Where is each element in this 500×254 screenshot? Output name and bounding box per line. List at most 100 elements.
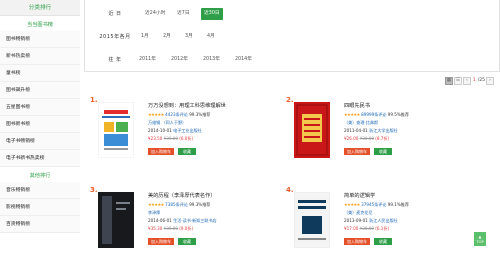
price-line: ¥23.50 ¥39.00 (6.0折): [148, 136, 193, 142]
sidebar-heading: 分类排行: [0, 0, 80, 16]
total-pages: /25: [477, 78, 485, 83]
sale-price: ¥26.00: [344, 136, 359, 141]
sidebar-item-ebook-new[interactable]: 电子书新书热卖榜: [0, 150, 80, 167]
author-link[interactable]: （美）查理·比弗斯: [344, 120, 378, 125]
sidebar-item-video[interactable]: 影视畅销榜: [0, 199, 80, 216]
time-filter-panel: 近 日 近24小时 近7日 近30日 2015年各月 1月 2月 3月 4月 往…: [84, 0, 500, 72]
publisher-link[interactable]: 浙江大学出版社: [369, 128, 398, 133]
discount: (6.1折): [375, 226, 390, 231]
favorite-button[interactable]: 收藏: [178, 238, 196, 245]
add-to-cart-button[interactable]: 加入购物车: [344, 238, 370, 245]
filter-option-apr[interactable]: 4月: [207, 31, 215, 43]
price-line: ¥17.00 ¥28.00 (6.1折): [344, 226, 389, 232]
book-cover[interactable]: [98, 192, 134, 248]
author-note[interactable]: （同人于野）: [162, 120, 187, 125]
filter-option-30d[interactable]: 近30日: [201, 8, 223, 20]
add-to-cart-button[interactable]: 加入购物车: [344, 148, 370, 155]
add-to-cart-button[interactable]: 加入购物车: [148, 148, 174, 155]
favorite-button[interactable]: 收藏: [178, 148, 196, 155]
original-price: ¥39.00: [163, 226, 178, 231]
sidebar-item-children[interactable]: 童书榜: [0, 65, 80, 82]
sidebar-item-bestseller[interactable]: 图书畅销榜: [0, 31, 80, 48]
list-view-icon[interactable]: ☰: [453, 76, 462, 85]
book-card: 3. 美的历程（李泽厚代表名作） ★★★★★ 7385条评论 99.3%推荐 李…: [90, 186, 288, 252]
next-page-icon[interactable]: ›: [486, 76, 494, 85]
original-price: ¥28.00: [359, 226, 374, 231]
publisher-link[interactable]: 生活·读书·新知三联书店: [173, 218, 217, 223]
review-count[interactable]: 4423条评论: [165, 112, 188, 117]
recommend-rate: 99.3%推荐: [189, 202, 211, 207]
book-title[interactable]: 四眼先民书: [344, 102, 370, 109]
publish-line: 2013-09-01 浙江人民出版社: [344, 218, 398, 224]
publish-line: 2011-04-01 浙江大学出版社: [344, 128, 398, 134]
publish-line: 2014-10-01 电子工业出版社: [148, 128, 202, 134]
price-line: ¥35.30 ¥39.00 (9.0折): [148, 226, 193, 232]
rating-line: ★★★★★ 37945条评论 99.1%推荐: [344, 202, 409, 208]
filter-option-jan[interactable]: 1月: [141, 31, 149, 43]
publisher-link[interactable]: 电子工业出版社: [173, 128, 202, 133]
publish-line: 2014-06-01 生活·读书·新知三联书店: [148, 218, 217, 224]
book-title[interactable]: 万万没想到：用理工科思维理解世: [148, 102, 226, 109]
recommend-rate: 99.5%推荐: [387, 112, 409, 117]
book-title[interactable]: 美的历程（李泽厚代表名作）: [148, 192, 215, 199]
filter-option-7d[interactable]: 近7日: [177, 8, 190, 20]
sidebar-item-new-books[interactable]: 图书新书榜: [0, 116, 80, 133]
sale-price: ¥23.50: [148, 136, 163, 141]
rank-number: 4.: [286, 186, 294, 194]
discount: (9.0折): [179, 226, 194, 231]
publisher-link[interactable]: 浙江人民出版社: [369, 218, 398, 223]
filter-row-months: 2015年各月 1月 2月 3月 4月: [85, 31, 500, 43]
rating-stars: ★★★★★: [148, 202, 164, 207]
book-card: 1. 万万没想到：用理工科思维理解世 ★★★★★ 4423条评论 99.3%推荐…: [90, 96, 288, 176]
filter-option-2014[interactable]: 2014年: [235, 54, 252, 66]
rank-number: 2.: [286, 96, 294, 104]
discount: (6.0折): [179, 136, 194, 141]
filter-row-years: 往 年 2011年 2012年 2013年 2014年: [85, 54, 500, 66]
rating-line: ★★★★★ 7385条评论 99.3%推荐: [148, 202, 210, 208]
favorite-button[interactable]: 收藏: [374, 238, 392, 245]
author-line: 李泽厚: [148, 210, 160, 216]
prev-page-icon[interactable]: ‹: [462, 76, 471, 85]
sidebar-item-ebook-best[interactable]: 电子书畅销榜: [0, 133, 80, 150]
price-line: ¥26.00 ¥30.00 (8.7折): [344, 136, 389, 142]
author-line: （美）查理·比弗斯: [344, 120, 378, 126]
filter-option-2012[interactable]: 2012年: [171, 54, 188, 66]
filter-option-2011[interactable]: 2011年: [139, 54, 156, 66]
author-link[interactable]: 李泽厚: [148, 210, 160, 215]
filter-option-feb[interactable]: 2月: [163, 31, 171, 43]
rating-stars: ★★★★★: [344, 202, 360, 207]
book-card: 4. 简单的逻辑学 ★★★★★ 37945条评论 99.1%推荐 （美）麦克伦尼…: [286, 186, 484, 252]
review-count[interactable]: 37945条评论: [361, 202, 386, 207]
filter-option-mar[interactable]: 3月: [185, 31, 193, 43]
publish-date: 2014-06-01: [148, 218, 172, 223]
favorite-button[interactable]: 收藏: [374, 148, 392, 155]
filter-label: 往 年: [108, 57, 122, 63]
back-to-top-button[interactable]: ▲ TOP: [474, 232, 486, 246]
sidebar-item-new-hot[interactable]: 新书热卖榜: [0, 48, 80, 65]
book-card: 2. 四眼先民书 ★★★★★ 89999条评论 99.5%推荐 （美）查理·比弗…: [286, 96, 484, 176]
book-cover[interactable]: [294, 102, 330, 158]
publish-date: 2011-04-01: [344, 128, 368, 133]
recommend-rate: 99.1%推荐: [387, 202, 409, 207]
review-count[interactable]: 89999条评论: [361, 112, 386, 117]
add-to-cart-button[interactable]: 加入购物车: [148, 238, 174, 245]
book-cover[interactable]: [293, 191, 331, 249]
filter-option-2013[interactable]: 2013年: [203, 54, 220, 66]
publish-date: 2013-09-01: [344, 218, 368, 223]
filter-option-24h[interactable]: 近24小时: [145, 8, 166, 20]
rating-line: ★★★★★ 89999条评论 99.5%推荐: [344, 112, 409, 118]
author-link[interactable]: （美）麦克伦尼: [344, 210, 373, 215]
author-line: 万维钢 （同人于野）: [148, 120, 186, 126]
rating-stars: ★★★★★: [148, 112, 164, 117]
discount: (8.7折): [375, 136, 390, 141]
sidebar-item-rising[interactable]: 图书飙升榜: [0, 82, 80, 99]
author-link[interactable]: 万维钢: [148, 120, 160, 125]
sidebar-item-merch[interactable]: 百货畅销榜: [0, 216, 80, 233]
sidebar-item-music[interactable]: 音乐畅销榜: [0, 182, 80, 199]
category-sidebar: 分类排行 当当图书榜 图书畅销榜 新书热卖榜 童书榜 图书飙升榜 五星图书榜 图…: [0, 0, 80, 254]
sidebar-item-five-star[interactable]: 五星图书榜: [0, 99, 80, 116]
book-cover[interactable]: [97, 101, 135, 159]
grid-view-icon[interactable]: ▦: [444, 76, 453, 85]
book-title[interactable]: 简单的逻辑学: [344, 192, 375, 199]
review-count[interactable]: 7385条评论: [165, 202, 188, 207]
